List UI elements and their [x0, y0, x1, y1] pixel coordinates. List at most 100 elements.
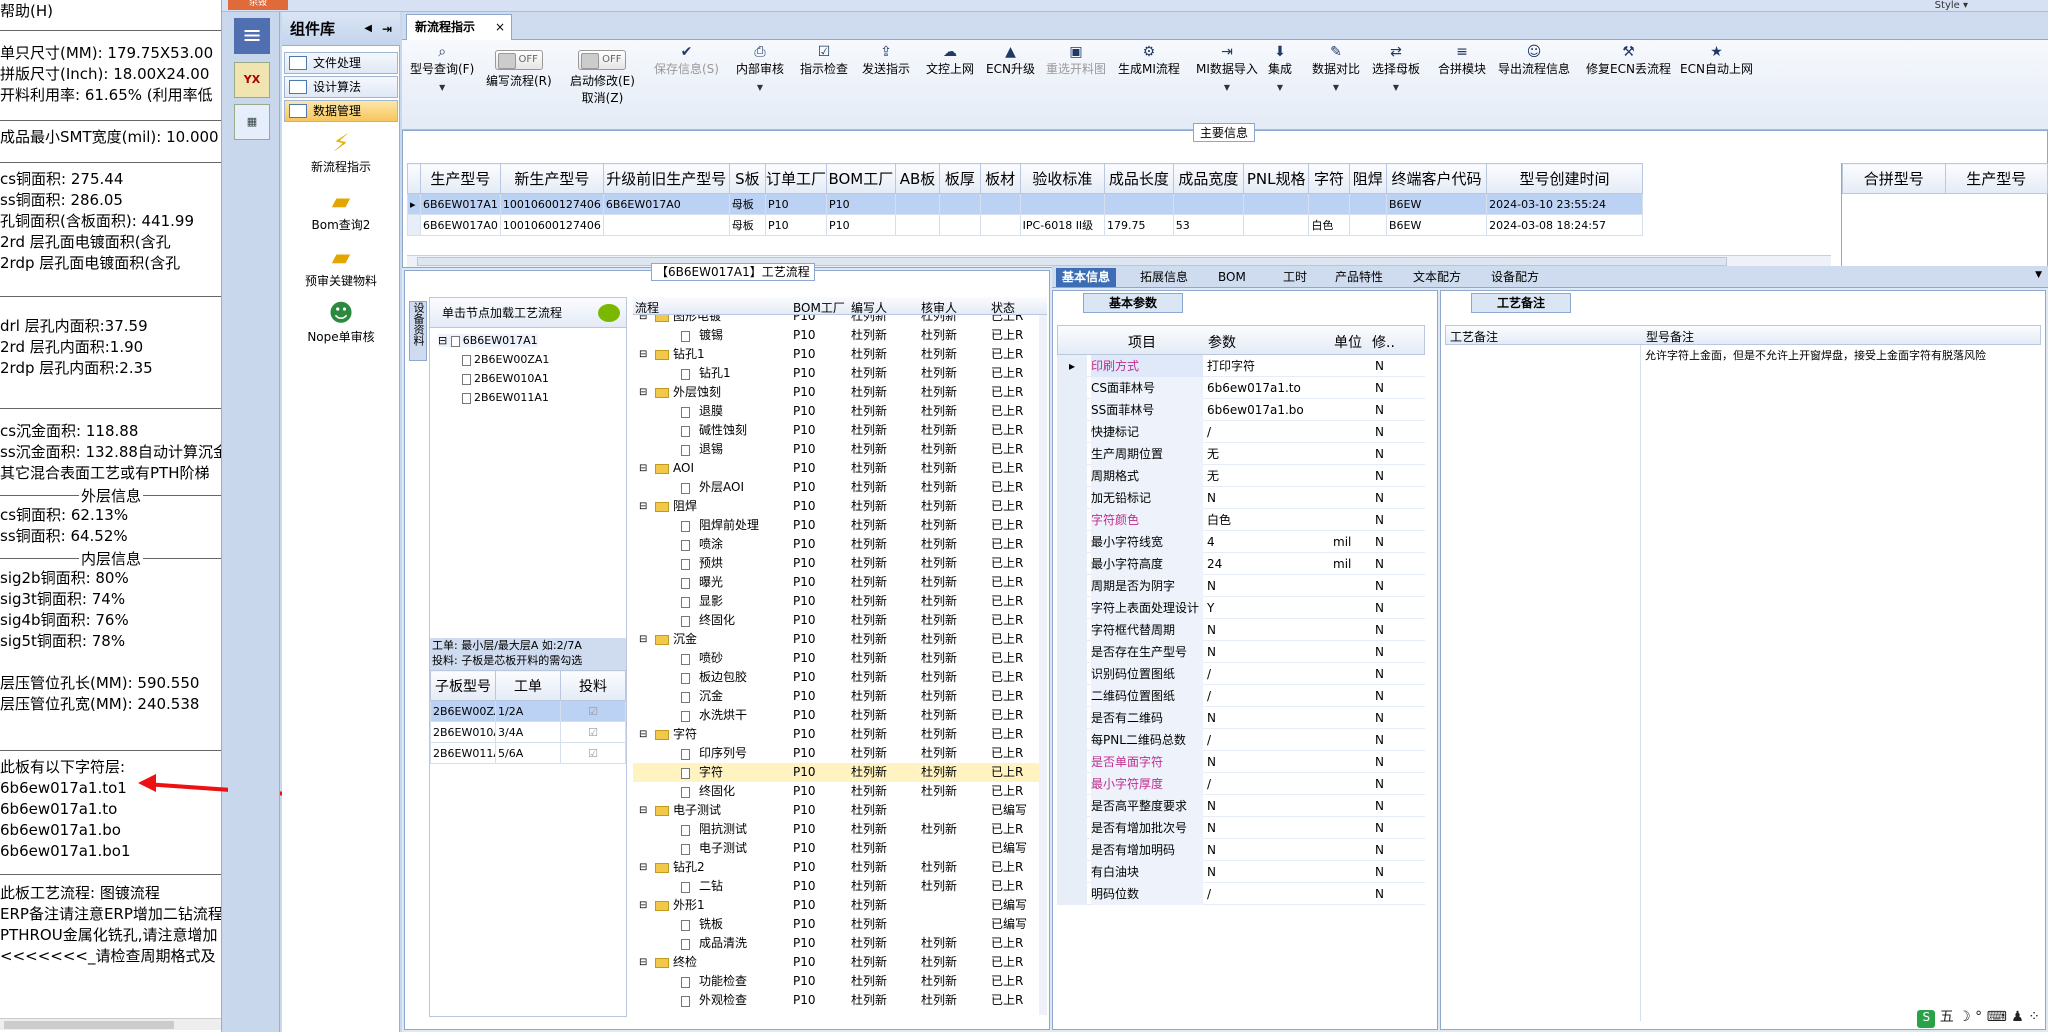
flow-row[interactable]: 沉金 P10 杜列新 杜列新 已上R: [633, 687, 1039, 706]
flow-row[interactable]: ⊟ AOI P10 杜列新 杜列新 已上R: [633, 459, 1039, 478]
toggle-switch[interactable]: OFF: [578, 50, 627, 70]
tray-icons[interactable]: 五 ☽ ° ⌨ ♟ ⁘: [1940, 1009, 2040, 1025]
param-row[interactable]: ▸ 印刷方式 打印字符 N: [1057, 355, 1425, 377]
param-row[interactable]: 是否有二维码 N N: [1057, 707, 1425, 729]
flow-row[interactable]: 铣板 P10 杜列新 已编写: [633, 915, 1039, 934]
sub-board-row[interactable]: 2B6EW00ZA11/2A☑: [430, 700, 626, 722]
column-header[interactable]: 合拼型号: [1842, 163, 1946, 194]
basic-column-header[interactable]: 参数: [1208, 332, 1236, 352]
param-value[interactable]: N: [1207, 641, 1327, 663]
param-value[interactable]: /: [1207, 685, 1327, 707]
collapse-icon[interactable]: ⊟: [639, 725, 647, 744]
collapse-icon[interactable]: ⊟: [639, 630, 647, 649]
flow-row[interactable]: 显影 P10 杜列新 杜列新 已上R: [633, 592, 1039, 611]
toggle-switch[interactable]: OFF: [494, 50, 543, 70]
param-value[interactable]: 白色: [1207, 509, 1327, 531]
column-header[interactable]: 升级前旧生产型号: [602, 163, 730, 194]
dropdown-arrow-icon[interactable]: ▼: [1268, 83, 1292, 92]
calculator-icon[interactable]: ▦: [234, 104, 270, 140]
collapse-icon[interactable]: ⊟: [639, 858, 647, 877]
ribbon-button[interactable]: ☺ 导出流程信息: [1498, 44, 1570, 77]
flow-column-header[interactable]: 核审人: [921, 299, 957, 316]
ribbon-button[interactable]: ⎙ 内部审核 ▼: [736, 44, 784, 92]
ribbon-button[interactable]: ▣ 重选开料图: [1046, 44, 1106, 77]
collapse-icon[interactable]: ⊟: [639, 315, 647, 326]
ribbon-button[interactable]: ⇥ MI数据导入 ▼: [1196, 44, 1258, 92]
ribbon-button[interactable]: OFF 启动修改(E) 取消(Z): [570, 44, 635, 106]
param-row[interactable]: 字符框代替周期 N N: [1057, 619, 1425, 641]
data-management-button[interactable]: 数据管理: [284, 100, 398, 122]
column-header[interactable]: PNL规格: [1242, 163, 1310, 194]
flow-scrollbar[interactable]: [1039, 315, 1047, 1015]
process-note-tab[interactable]: 工艺备注: [1471, 293, 1571, 313]
collapse-icon[interactable]: ⊟: [639, 801, 647, 820]
collapse-icon[interactable]: ⊟: [639, 345, 647, 364]
flow-column-header[interactable]: BOM工厂: [793, 299, 845, 316]
pin-icon[interactable]: ⇥: [382, 12, 392, 46]
flow-row[interactable]: 板边包胶 P10 杜列新 杜列新 已上R: [633, 668, 1039, 687]
param-row[interactable]: 每PNL二维码总数 / N: [1057, 729, 1425, 751]
column-header[interactable]: S板: [728, 163, 766, 194]
column-header[interactable]: 验收标准: [1019, 163, 1105, 194]
flow-row[interactable]: 喷涂 P10 杜列新 杜列新 已上R: [633, 535, 1039, 554]
ribbon-button[interactable]: ✔ 保存信息(S): [654, 44, 719, 77]
flow-column-header[interactable]: 流程: [635, 299, 659, 316]
flow-row[interactable]: ⊟ 终检 P10 杜列新 杜列新 已上R: [633, 953, 1039, 972]
flow-row[interactable]: 成品清洗 P10 杜列新 杜列新 已上R: [633, 934, 1039, 953]
param-row[interactable]: 最小字符高度 24 mil N: [1057, 553, 1425, 575]
chat-bubble-icon[interactable]: [598, 304, 620, 322]
flow-row[interactable]: 外观检查 P10 杜列新 杜列新 已上R: [633, 991, 1039, 1010]
param-row[interactable]: 最小字符厚度 / N: [1057, 773, 1425, 795]
column-header[interactable]: 生产型号: [419, 163, 501, 194]
flow-row[interactable]: 碱性蚀刻 P10 杜列新 杜列新 已上R: [633, 421, 1039, 440]
param-value[interactable]: N: [1207, 707, 1327, 729]
param-value[interactable]: N: [1207, 619, 1327, 641]
file-process-button[interactable]: 文件处理: [284, 52, 398, 74]
basic-column-header[interactable]: 单位: [1334, 332, 1362, 352]
param-row[interactable]: 周期是否为阴字 N N: [1057, 575, 1425, 597]
equipment-side-tab[interactable]: 设备资料: [409, 301, 427, 361]
ribbon-button[interactable]: ⇄ 选择母板 ▼: [1372, 44, 1420, 92]
column-header[interactable]: 板厚: [939, 163, 981, 194]
flow-column-header[interactable]: 状态: [991, 299, 1015, 316]
param-row[interactable]: CS面菲林号 6b6ew017a1.to N: [1057, 377, 1425, 399]
param-value[interactable]: N: [1207, 861, 1327, 883]
param-value[interactable]: /: [1207, 729, 1327, 751]
param-row[interactable]: 快捷标记 / N: [1057, 421, 1425, 443]
ribbon-button[interactable]: ≡ 合拼模块: [1438, 44, 1486, 77]
arrow-left-icon[interactable]: ◀: [364, 12, 372, 46]
key-material-tool[interactable]: ▰ 预审关键物料: [282, 244, 400, 289]
flow-row[interactable]: 退膜 P10 杜列新 杜列新 已上R: [633, 402, 1039, 421]
board-tree-node[interactable]: 2B6EW010A1: [462, 372, 549, 385]
param-row[interactable]: 最小字符线宽 4 mil N: [1057, 531, 1425, 553]
param-row[interactable]: 是否存在生产型号 N N: [1057, 641, 1425, 663]
param-value[interactable]: 4: [1207, 531, 1327, 553]
collapse-icon[interactable]: ⊟: [438, 334, 451, 347]
param-value[interactable]: N: [1207, 487, 1327, 509]
model-note-text[interactable]: 允许字符上金面，但是不允许上开窗焊盘，接受上金面字符有脱落风险: [1645, 347, 2041, 363]
flow-row[interactable]: ⊟ 钻孔1 P10 杜列新 杜列新 已上R: [633, 345, 1039, 364]
ribbon-button[interactable]: ☁ 文控上网: [926, 44, 974, 77]
column-header[interactable]: 板材: [979, 163, 1021, 194]
flow-row[interactable]: 阻抗测试 P10 杜列新 杜列新 已上R: [633, 820, 1039, 839]
detail-tab[interactable]: 设备配方: [1485, 268, 1545, 287]
basic-column-header[interactable]: 项目: [1128, 332, 1156, 352]
info-scrollbar[interactable]: [0, 1018, 221, 1030]
yx-app-icon[interactable]: YX: [234, 62, 270, 98]
table-row[interactable]: ▸ 6B6EW017A1 10010600127406 6B6EW017A0 母板 P10…: [407, 193, 1643, 215]
main-scroll-thumb[interactable]: [417, 257, 1727, 266]
column-header[interactable]: 生产型号: [1944, 163, 2048, 194]
close-icon[interactable]: ×: [495, 15, 505, 39]
ribbon-button[interactable]: ★ ECN自动上网: [1680, 44, 1753, 77]
column-header[interactable]: 工单: [495, 670, 561, 701]
new-flow-tool[interactable]: ⚡ 新流程指示: [282, 130, 400, 175]
flow-row[interactable]: ⊟ 阻焊 P10 杜列新 杜列新 已上R: [633, 497, 1039, 516]
param-value[interactable]: N: [1207, 575, 1327, 597]
info-scroll-thumb[interactable]: [4, 1021, 174, 1029]
param-value[interactable]: /: [1207, 883, 1327, 905]
detail-tab[interactable]: 文本配方: [1407, 268, 1467, 287]
dropdown-arrow-icon[interactable]: ▼: [736, 83, 784, 92]
column-header[interactable]: 字符: [1308, 163, 1350, 194]
param-row[interactable]: 二维码位置图纸 / N: [1057, 685, 1425, 707]
param-row[interactable]: 字符颜色 白色 N: [1057, 509, 1425, 531]
